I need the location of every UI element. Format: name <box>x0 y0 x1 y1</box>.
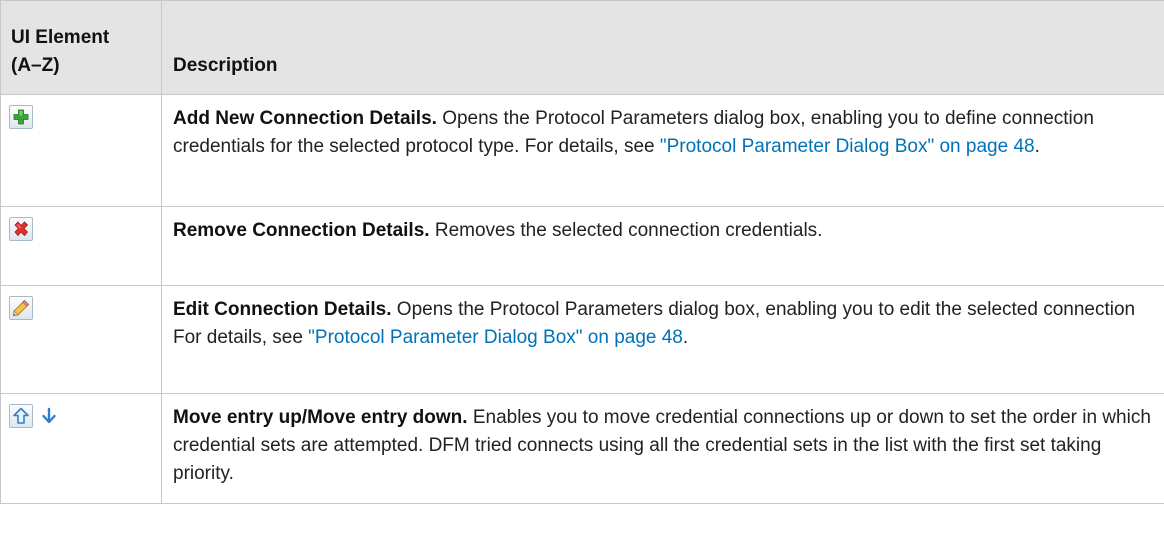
description-text: Removes the selected connection credenti… <box>429 220 823 241</box>
table-header-row: UI Element (A–Z) Description <box>0 0 1164 95</box>
table-row: Move entry up/Move entry down. Enables y… <box>0 393 1164 504</box>
move-up-icon[interactable] <box>9 404 33 428</box>
add-icon[interactable] <box>9 105 33 129</box>
table-row: Remove Connection Details. Removes the s… <box>0 206 1164 286</box>
description-cell: Remove Connection Details. Removes the s… <box>161 206 1164 286</box>
description-term: Edit Connection Details. <box>173 299 392 320</box>
ui-element-cell <box>0 94 162 207</box>
edit-pencil-icon[interactable] <box>9 296 33 320</box>
header-description: Description <box>161 0 1164 95</box>
remove-icon[interactable] <box>9 217 33 241</box>
header-ui-element: UI Element (A–Z) <box>0 0 162 95</box>
table-row: Edit Connection Details. Opens the Proto… <box>0 285 1164 394</box>
description-cell: Edit Connection Details. Opens the Proto… <box>161 285 1164 394</box>
description-term: Move entry up/Move entry down. <box>173 407 468 428</box>
ui-element-reference-table: UI Element (A–Z) Description Add New Con… <box>0 0 1164 504</box>
header-ui-element-line2: (A–Z) <box>11 55 60 76</box>
protocol-parameter-dialog-link[interactable]: "Protocol Parameter Dialog Box" on page … <box>308 327 683 348</box>
ui-element-cell <box>0 393 162 504</box>
move-down-icon[interactable] <box>37 404 61 428</box>
description-cell: Add New Connection Details. Opens the Pr… <box>161 94 1164 207</box>
description-term: Add New Connection Details. <box>173 108 437 129</box>
description-cell: Move entry up/Move entry down. Enables y… <box>161 393 1164 504</box>
table-row: Add New Connection Details. Opens the Pr… <box>0 94 1164 207</box>
description-after: . <box>682 327 689 348</box>
ui-element-cell <box>0 206 162 286</box>
protocol-parameter-dialog-link[interactable]: "Protocol Parameter Dialog Box" on page … <box>660 136 1035 157</box>
ui-element-cell <box>0 285 162 394</box>
description-after: . <box>1034 136 1040 157</box>
description-term: Remove Connection Details. <box>173 220 430 241</box>
header-ui-element-line1: UI Element <box>11 27 110 48</box>
